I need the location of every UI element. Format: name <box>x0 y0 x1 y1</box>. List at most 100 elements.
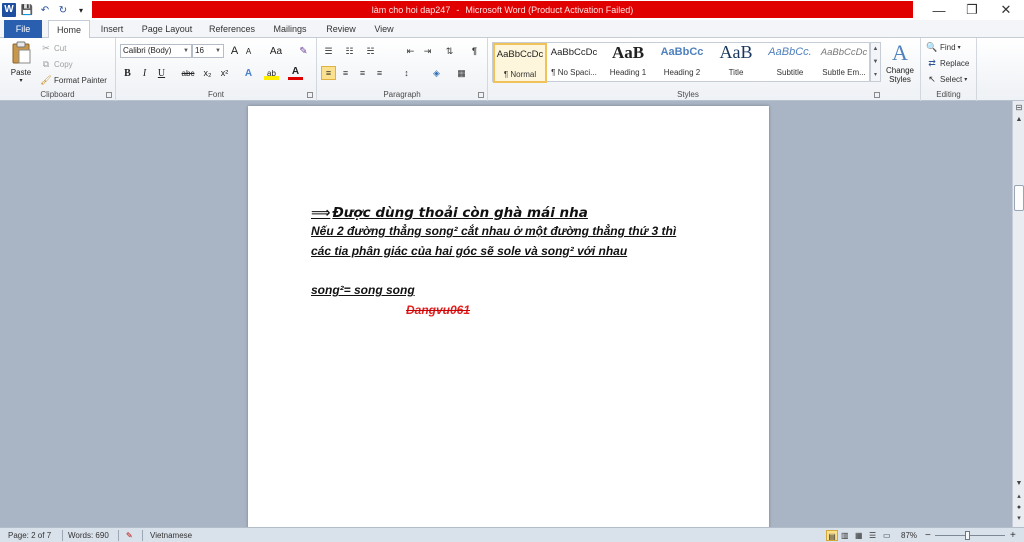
redo-icon[interactable]: ↻ <box>56 3 70 17</box>
font-color-button[interactable]: A <box>288 66 303 80</box>
tab-references[interactable]: References <box>205 20 259 38</box>
doc-line-1[interactable]: ⟹ Được dùng thoải còn ghà mái nha <box>311 205 588 221</box>
doc-line-5[interactable]: Dangvu061 <box>406 303 470 317</box>
browse-object-icon[interactable]: ● <box>1014 503 1024 513</box>
styles-gallery-scroll[interactable]: ▲ ▼ ▾ <box>870 42 881 82</box>
restore-button[interactable]: ❐ <box>955 0 989 20</box>
close-button[interactable]: ✕ <box>989 0 1023 20</box>
highlight-button[interactable]: ab <box>264 66 279 80</box>
document-page[interactable]: ⟹ Được dùng thoải còn ghà mái nha Nếu 2 đ… <box>248 106 769 527</box>
previous-page-icon[interactable]: ▴ <box>1014 492 1024 502</box>
zoom-slider-track[interactable] <box>935 535 1005 536</box>
grow-font-button[interactable]: A <box>227 44 242 58</box>
chevron-down-icon[interactable]: ▼ <box>871 56 880 69</box>
vertical-scrollbar[interactable]: ⊟ ▲ ▼ ▴ ● ▾ <box>1012 101 1024 527</box>
draft-icon[interactable]: ▭ <box>883 530 891 541</box>
multilevel-list-button[interactable]: ☵ <box>363 44 378 58</box>
font-family-select[interactable]: Calibri (Body) ▼ <box>120 44 192 58</box>
borders-button[interactable]: ▦ <box>454 66 469 80</box>
cut-label: Cut <box>54 43 67 53</box>
paragraph-dialog-launcher[interactable] <box>478 92 484 98</box>
bold-button[interactable]: B <box>120 66 135 80</box>
zoom-out-button[interactable]: − <box>925 530 931 541</box>
replace-button[interactable]: ⇄ Replace <box>926 57 969 69</box>
save-icon[interactable]: 💾 <box>20 3 34 17</box>
paste-button[interactable]: Paste ▾ <box>6 40 36 84</box>
style-heading-1[interactable]: AaB Heading 1 <box>601 43 655 83</box>
clipboard-dialog-launcher[interactable] <box>106 92 112 98</box>
subscript-button[interactable]: x₂ <box>200 66 215 80</box>
increase-indent-button[interactable]: ⇥ <box>420 44 435 58</box>
tab-page-layout[interactable]: Page Layout <box>138 20 196 38</box>
font-dialog-launcher[interactable] <box>307 92 313 98</box>
shading-button[interactable]: ◈ <box>429 66 444 80</box>
style-heading-2[interactable]: AaBbCc Heading 2 <box>655 43 709 83</box>
zoom-in-button[interactable]: + <box>1010 530 1016 541</box>
tab-review[interactable]: Review <box>321 20 361 38</box>
clear-formatting-icon[interactable]: ✎ <box>296 44 311 58</box>
font-size-select[interactable]: 16 ▼ <box>192 44 224 58</box>
doc-line-2[interactable]: Nếu 2 đường thẳng song² cắt nhau ở một đ… <box>311 224 676 238</box>
bullets-button[interactable]: ☰ <box>321 44 336 58</box>
style-no-spacing[interactable]: AaBbCcDc ¶ No Spaci... <box>547 43 601 83</box>
line-spacing-button[interactable]: ↕ <box>399 66 414 80</box>
document-canvas[interactable]: ⟹ Được dùng thoải còn ghà mái nha Nếu 2 đ… <box>0 101 1012 527</box>
chevron-up-icon[interactable]: ▲ <box>871 43 880 56</box>
ruler-toggle-icon[interactable]: ⊟ <box>1014 103 1024 113</box>
text-effects-button[interactable]: A <box>241 66 256 80</box>
page-count[interactable]: Page: 2 of 7 <box>8 530 51 541</box>
scroll-thumb[interactable] <box>1014 185 1024 211</box>
style-normal[interactable]: AaBbCcDc ¶ Normal <box>493 43 547 83</box>
tab-home[interactable]: Home <box>48 20 90 39</box>
copy-button[interactable]: ⧉ Copy <box>40 58 73 70</box>
tab-insert[interactable]: Insert <box>96 20 128 38</box>
tab-file[interactable]: File <box>4 20 42 38</box>
zoom-slider-thumb[interactable] <box>965 531 970 540</box>
align-left-button[interactable]: ≡ <box>321 66 336 80</box>
full-screen-reading-icon[interactable]: ▥ <box>841 530 849 541</box>
strikethrough-button[interactable]: abc <box>179 66 197 80</box>
select-button[interactable]: ↖ Select ▾ <box>926 73 967 85</box>
proofing-icon[interactable]: ✎ <box>126 530 133 541</box>
change-case-button[interactable]: Aa <box>266 44 286 58</box>
chevron-down-icon: ▾ <box>957 44 961 51</box>
numbering-button[interactable]: ☷ <box>342 44 357 58</box>
show-hide-marks-button[interactable]: ¶ <box>467 44 482 58</box>
justify-button[interactable]: ≡ <box>372 66 387 80</box>
ribbon: Paste ▾ ✂ Cut ⧉ Copy 🖌 Format Painter Cl… <box>0 38 1024 101</box>
gallery-more-icon[interactable]: ▾ <box>871 69 880 82</box>
style-title[interactable]: AaB Title <box>709 43 763 83</box>
next-page-icon[interactable]: ▾ <box>1014 514 1024 524</box>
word-app-icon[interactable]: W <box>2 3 16 17</box>
decrease-indent-button[interactable]: ⇤ <box>403 44 418 58</box>
tab-view[interactable]: View <box>369 20 399 38</box>
customize-qat-icon[interactable]: ▾ <box>74 3 88 17</box>
styles-dialog-launcher[interactable] <box>874 92 880 98</box>
superscript-button[interactable]: x² <box>217 66 232 80</box>
find-button[interactable]: 🔍 Find ▾ <box>926 41 961 53</box>
style-subtitle[interactable]: AaBbCc. Subtitle <box>763 43 817 83</box>
doc-line-4[interactable]: song²= song song <box>311 283 415 297</box>
minimize-button[interactable]: — <box>922 0 956 20</box>
scroll-down-icon[interactable]: ▼ <box>1014 479 1024 489</box>
underline-button[interactable]: U <box>154 66 169 80</box>
center-button[interactable]: ≡ <box>338 66 353 80</box>
undo-icon[interactable]: ↶ <box>38 3 52 17</box>
format-painter-button[interactable]: 🖌 Format Painter <box>40 74 107 86</box>
word-count[interactable]: Words: 690 <box>68 530 109 541</box>
doc-line-3[interactable]: các tia phân giác của hai góc sẽ sole và… <box>311 244 627 258</box>
tab-mailings[interactable]: Mailings <box>268 20 312 38</box>
scroll-up-icon[interactable]: ▲ <box>1014 115 1024 125</box>
sort-button[interactable]: ⇅ <box>442 44 457 58</box>
zoom-level[interactable]: 87% <box>901 530 917 541</box>
change-styles-button[interactable]: A Change Styles <box>883 40 917 88</box>
italic-button[interactable]: I <box>137 66 152 80</box>
align-right-button[interactable]: ≡ <box>355 66 370 80</box>
web-layout-icon[interactable]: ▦ <box>855 530 863 541</box>
style-subtle-emphasis[interactable]: AaBbCcDc Subtle Em... <box>817 43 871 83</box>
shrink-font-button[interactable]: A <box>241 44 256 58</box>
cut-button[interactable]: ✂ Cut <box>40 42 66 54</box>
outline-icon[interactable]: ☰ <box>869 530 876 541</box>
language[interactable]: Vietnamese <box>150 530 192 541</box>
print-layout-icon[interactable]: ▤ <box>826 530 838 541</box>
